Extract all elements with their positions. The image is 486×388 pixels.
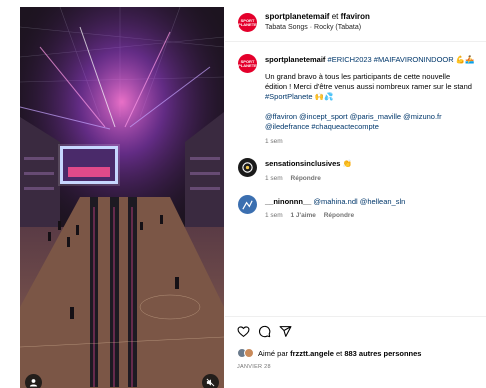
heart-icon[interactable] (237, 325, 250, 338)
comment-icon[interactable] (258, 325, 271, 338)
user-tag-button[interactable] (25, 374, 42, 388)
comment-likes[interactable]: 1 J'aime (291, 212, 316, 219)
comment-time[interactable]: 1 sem (265, 175, 283, 182)
audio-track[interactable]: Tabata Songs · Rocky (Tabata) (265, 24, 361, 31)
mute-button[interactable] (202, 374, 219, 388)
post-date[interactable]: JANVIER 28 (237, 364, 271, 370)
avatar-logo-text: SPORT PLANETE (238, 58, 257, 68)
user-tag-icon (29, 379, 38, 387)
avatar[interactable]: SPORT PLANETE (238, 13, 257, 32)
actions-divider (225, 316, 486, 317)
coauthor-username[interactable]: ffaviron (341, 12, 370, 21)
comment: __ninonnn__ @mahina.ndl @hellean_sln (265, 197, 405, 206)
post-actions (237, 325, 292, 338)
caption-username[interactable]: sportplanetemaif (265, 55, 325, 64)
avatar-photo-icon (242, 200, 253, 210)
avatar-logo-icon (242, 162, 253, 173)
liker-avatar[interactable] (244, 348, 254, 358)
likes-user[interactable]: frzztt.angele (290, 349, 334, 358)
comment-avatar[interactable] (238, 195, 257, 214)
likes-others[interactable]: 883 autres personnes (344, 349, 421, 358)
caption-header: sportplanetemaif #ERICH2023 #MAIFAVIRONI… (265, 55, 474, 64)
comment-text: 👏 (342, 159, 352, 168)
reply-button[interactable]: Répondre (324, 212, 354, 219)
comment-time[interactable]: 1 sem (265, 212, 283, 219)
mentions-line[interactable]: @iledefrance #chaqueactecompte (265, 122, 442, 132)
author-conjunction: et (331, 12, 339, 21)
author-username[interactable]: sportplanetemaif (265, 12, 329, 21)
likes-summary: Aimé par frzztt.angele et 883 autres per… (237, 348, 421, 358)
caption-mentions: @ffaviron @incept_sport @paris_maville @… (265, 112, 442, 132)
mentions-line[interactable]: @ffaviron @incept_sport @paris_maville @… (265, 112, 442, 122)
caption-hashtags[interactable]: #ERICH2023 #MAIFAVIRONINDOOR 💪🚣 (328, 55, 475, 64)
comment-meta: 1 sem 1 J'aime Répondre (265, 212, 354, 219)
comment-username[interactable]: sensationsinclusives (265, 159, 340, 168)
comment-avatar[interactable] (238, 158, 257, 177)
caption-text: Un grand bravo à tous les participants d… (265, 72, 486, 102)
post-header: SPORT PLANETE sportplanetemaif et ffavir… (225, 0, 486, 42)
likes-prefix: Aimé par (258, 348, 289, 358)
caption-time[interactable]: 1 sem (265, 138, 283, 145)
comment: sensationsinclusives 👏 (265, 159, 352, 168)
share-icon[interactable] (279, 325, 292, 338)
caption-line: édition ! Merci d'être venus aussi nombr… (265, 82, 472, 91)
avatar-logo-text: SPORT PLANETE (238, 17, 257, 27)
video-frame (20, 7, 224, 388)
mute-icon (206, 378, 215, 387)
likes-middle: et (335, 348, 343, 358)
comment-meta: 1 sem Répondre (265, 175, 321, 182)
caption-line: Un grand bravo à tous les participants d… (265, 72, 451, 81)
caption-avatar[interactable]: SPORT PLANETE (238, 54, 257, 73)
comment-text[interactable]: @mahina.ndl @hellean_sln (313, 197, 405, 206)
post-authors: sportplanetemaif et ffaviron (265, 12, 370, 21)
post-panel: SPORT PLANETE sportplanetemaif et ffavir… (225, 0, 486, 388)
comment-username[interactable]: __ninonnn__ (265, 197, 311, 206)
caption-hashtag-line[interactable]: #SportPlanete 🙌💦 (265, 92, 486, 102)
reply-button[interactable]: Répondre (291, 175, 321, 182)
post-video[interactable] (20, 7, 224, 388)
